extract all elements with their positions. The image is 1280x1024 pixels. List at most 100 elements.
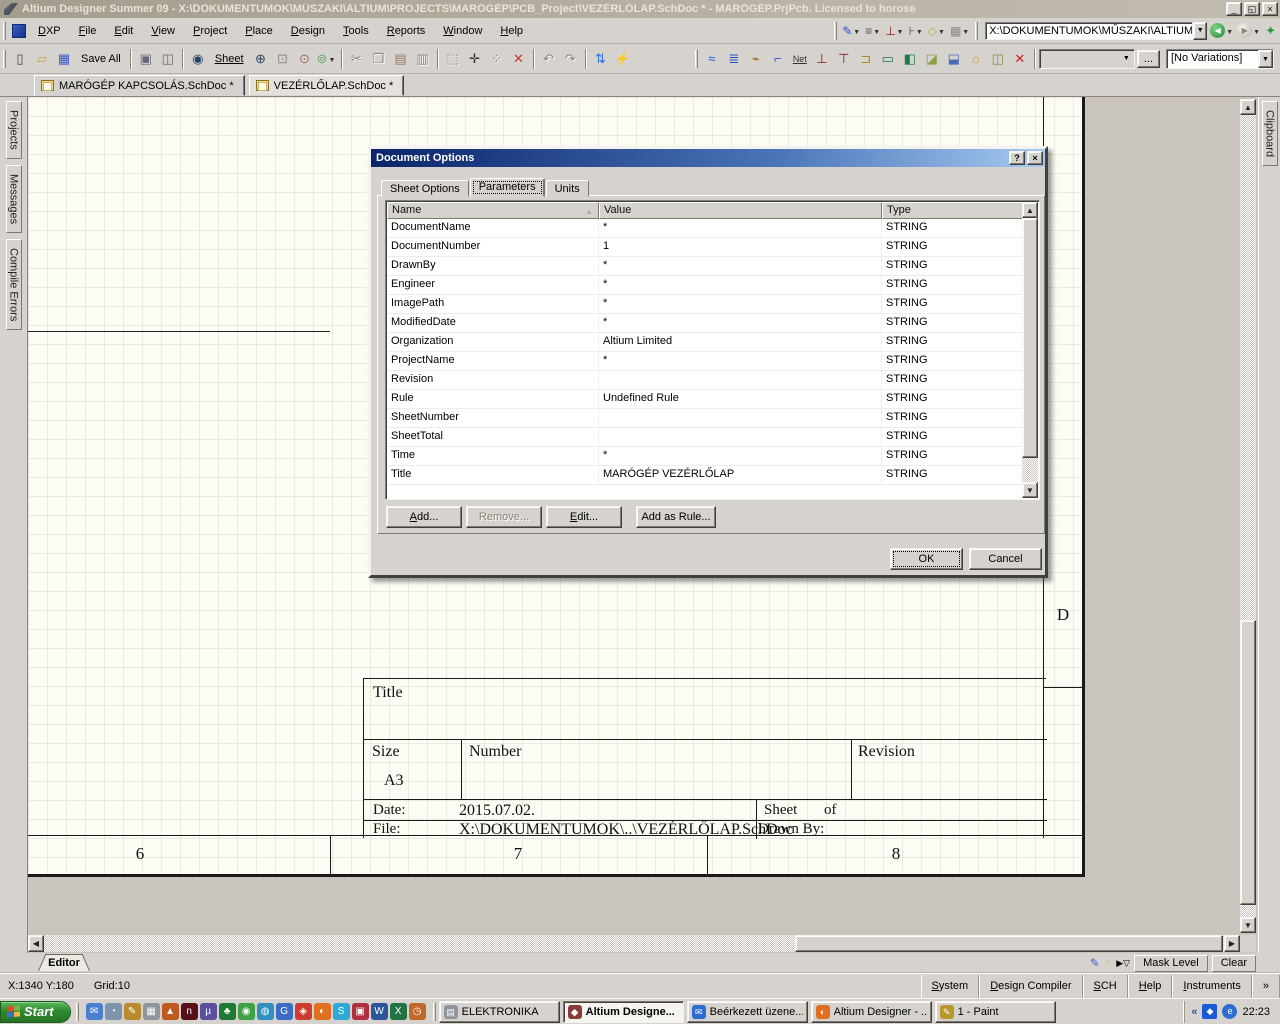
panel-tab-projects[interactable]: Projects xyxy=(5,101,22,159)
toolbar-gripper[interactable] xyxy=(3,49,6,68)
scroll-up-icon[interactable]: ▲ xyxy=(1240,99,1256,115)
dialog-tab-units[interactable]: Units xyxy=(545,180,589,197)
scroll-up-icon[interactable]: ▲ xyxy=(1022,202,1038,218)
cut-icon[interactable]: ✂ xyxy=(346,48,368,70)
document-tab-2[interactable]: VEZÉRLŐLAP.SchDoc * xyxy=(248,75,405,96)
table-row[interactable]: Title MARÓGÉP VEZÉRLŐLAP STRING xyxy=(387,466,1024,485)
document-tab-1[interactable]: MARÓGÉP KAPCSOLÁS.SchDoc * xyxy=(34,75,245,96)
align-tools-button[interactable]: ≡ ▼ xyxy=(863,23,883,39)
quick-launch-paint-icon[interactable]: ✎ xyxy=(123,1003,141,1020)
home-icon[interactable]: ✦ xyxy=(1265,23,1276,39)
symbols-button[interactable]: ◇ ▼ xyxy=(926,23,948,39)
quick-launch-pinwheel-icon[interactable]: ◈ xyxy=(294,1003,312,1020)
selection-filter-icon[interactable]: ⁘ xyxy=(1104,958,1112,969)
panel-button-»[interactable]: » xyxy=(1251,974,1280,998)
panel-button-instruments[interactable]: Instruments xyxy=(1172,974,1252,998)
vertical-scroll-thumb[interactable] xyxy=(1240,620,1256,905)
sheet-button[interactable]: Sheet xyxy=(209,48,250,70)
new-document-icon[interactable]: ▯ xyxy=(9,48,31,70)
editor-tab[interactable]: Editor xyxy=(38,954,90,971)
panel-button-sch[interactable]: SCH xyxy=(1082,974,1128,998)
redo-icon[interactable]: ↷ xyxy=(560,48,582,70)
sheet-entry-icon[interactable]: ◧ xyxy=(899,48,921,70)
minimize-button[interactable]: _ xyxy=(1226,2,1242,16)
table-row[interactable]: DocumentNumber 1 STRING xyxy=(387,238,1024,257)
table-row[interactable]: DrawnBy * STRING xyxy=(387,257,1024,276)
dialog-tab-sheet-options[interactable]: Sheet Options xyxy=(381,180,469,197)
start-button[interactable]: Start xyxy=(0,1000,71,1023)
copy-icon[interactable]: ❐ xyxy=(368,48,390,70)
zoom-document-icon[interactable]: ⊕ xyxy=(250,48,272,70)
menu-reports[interactable]: Reports xyxy=(378,22,435,40)
wire-tool-icon[interactable]: ≈ xyxy=(701,48,723,70)
column-header-type[interactable]: Type xyxy=(882,202,1024,219)
table-row[interactable]: ImagePath * STRING xyxy=(387,295,1024,314)
compare-combo[interactable]: ▼ xyxy=(1038,48,1135,69)
zoom-selection-icon[interactable]: ⊙ xyxy=(294,48,316,70)
vertical-scrollbar[interactable]: ▲ ▼ xyxy=(1240,99,1256,935)
move-up-down-icon[interactable]: ⇅ xyxy=(590,48,612,70)
forward-button[interactable]: ▶ xyxy=(1237,23,1253,38)
scroll-down-icon[interactable]: ▼ xyxy=(1022,482,1038,498)
save-icon[interactable]: ▦ xyxy=(53,48,75,70)
table-row[interactable]: Rule Undefined Rule STRING xyxy=(387,390,1024,409)
quick-launch-g-browser-icon[interactable]: G xyxy=(275,1003,293,1020)
table-scroll-thumb[interactable] xyxy=(1022,218,1038,458)
restore-button[interactable]: ◱ xyxy=(1244,2,1260,16)
scroll-right-icon[interactable]: ▶ xyxy=(1224,935,1240,952)
print-preview-icon[interactable]: ◫ xyxy=(157,48,179,70)
clear-button[interactable]: Clear xyxy=(1211,954,1256,972)
view-3d-icon[interactable]: ◉ xyxy=(187,48,209,70)
sheet-symbol-icon[interactable]: ▭ xyxy=(877,48,899,70)
tray-ie-icon[interactable]: e xyxy=(1222,1004,1238,1019)
scroll-down-icon[interactable]: ▼ xyxy=(1240,917,1256,933)
table-row[interactable]: DocumentName * STRING xyxy=(387,219,1024,238)
cancel-button[interactable]: Cancel xyxy=(969,548,1042,570)
digital-devices-button[interactable]: ⊦ ▼ xyxy=(907,23,926,39)
chevron-down-icon[interactable]: ▼ xyxy=(1253,29,1260,36)
port-icon[interactable]: ⌂ xyxy=(965,48,987,70)
panel-button-system[interactable]: System xyxy=(920,974,980,998)
horizontal-scroll-thumb[interactable] xyxy=(795,935,1223,952)
quick-launch-n-app-icon[interactable]: n xyxy=(180,1003,198,1020)
quick-launch-calculator-icon[interactable]: ▦ xyxy=(142,1003,160,1020)
select-area-icon[interactable]: ⬚ xyxy=(442,48,464,70)
chevron-down-icon[interactable]: ▼ xyxy=(1226,29,1233,36)
quick-launch-earth-icon[interactable]: ◍ xyxy=(256,1003,274,1020)
drawing-tools-button[interactable]: ✎ ▼ xyxy=(840,23,863,39)
column-header-name[interactable]: Name ▲ xyxy=(387,202,599,219)
quick-launch-orange-app-icon[interactable]: ▲ xyxy=(161,1003,179,1020)
panel-tab-compile-errors[interactable]: Compile Errors xyxy=(5,238,22,331)
menu-dxp[interactable]: DXP xyxy=(29,22,70,40)
quick-launch-floppy-icon[interactable]: ▣ xyxy=(351,1003,369,1020)
toolbar-gripper[interactable] xyxy=(3,21,6,40)
gnd-power-port-icon[interactable]: ⊥ xyxy=(811,48,833,70)
place-part-icon[interactable]: ⊐ xyxy=(855,48,877,70)
signal-harness-icon[interactable]: ⌁ xyxy=(745,48,767,70)
move-selection-icon[interactable]: ✛ xyxy=(464,48,486,70)
quick-launch-green-player-icon[interactable]: ◉ xyxy=(237,1003,255,1020)
zoom-area-icon[interactable]: ⊡ xyxy=(272,48,294,70)
taskbar-button-firefox[interactable]: ◐ Altium Designer - ... xyxy=(810,1000,932,1023)
play-filter-icon[interactable]: ▶▽ xyxy=(1116,958,1130,969)
harness-entry-icon[interactable]: ⬓ xyxy=(943,48,965,70)
table-row[interactable]: ProjectName * STRING xyxy=(387,352,1024,371)
menu-help[interactable]: Help xyxy=(491,22,532,40)
tray-chevron-icon[interactable]: « xyxy=(1191,1006,1197,1018)
table-row[interactable]: Time * STRING xyxy=(387,447,1024,466)
power-sources-button[interactable]: ⊥ ▼ xyxy=(883,23,906,39)
taskbar-button-mail[interactable]: ✉ Beérkezett üzene... xyxy=(686,1000,808,1023)
menu-design[interactable]: Design xyxy=(282,22,334,40)
help-icon[interactable]: ? xyxy=(1009,151,1025,165)
panel-tab-clipboard[interactable]: Clipboard xyxy=(1261,101,1278,167)
taskbar-button-altium[interactable]: ◆ Altium Designe... xyxy=(562,1000,684,1023)
clear-filter-icon[interactable]: ✕ xyxy=(508,48,530,70)
menu-place[interactable]: Place xyxy=(236,22,282,40)
bus-entry-icon[interactable]: ⌐ xyxy=(767,48,789,70)
grids-button[interactable]: ▦ ▼ xyxy=(948,23,972,39)
table-vertical-scrollbar[interactable]: ▲ ▼ xyxy=(1022,202,1038,498)
paste-array-icon[interactable]: ▥ xyxy=(412,48,434,70)
bus-tool-icon[interactable]: ≣ xyxy=(723,48,745,70)
annotate-icon[interactable]: ✎ xyxy=(1090,956,1100,970)
scroll-left-icon[interactable]: ◀ xyxy=(28,935,44,952)
